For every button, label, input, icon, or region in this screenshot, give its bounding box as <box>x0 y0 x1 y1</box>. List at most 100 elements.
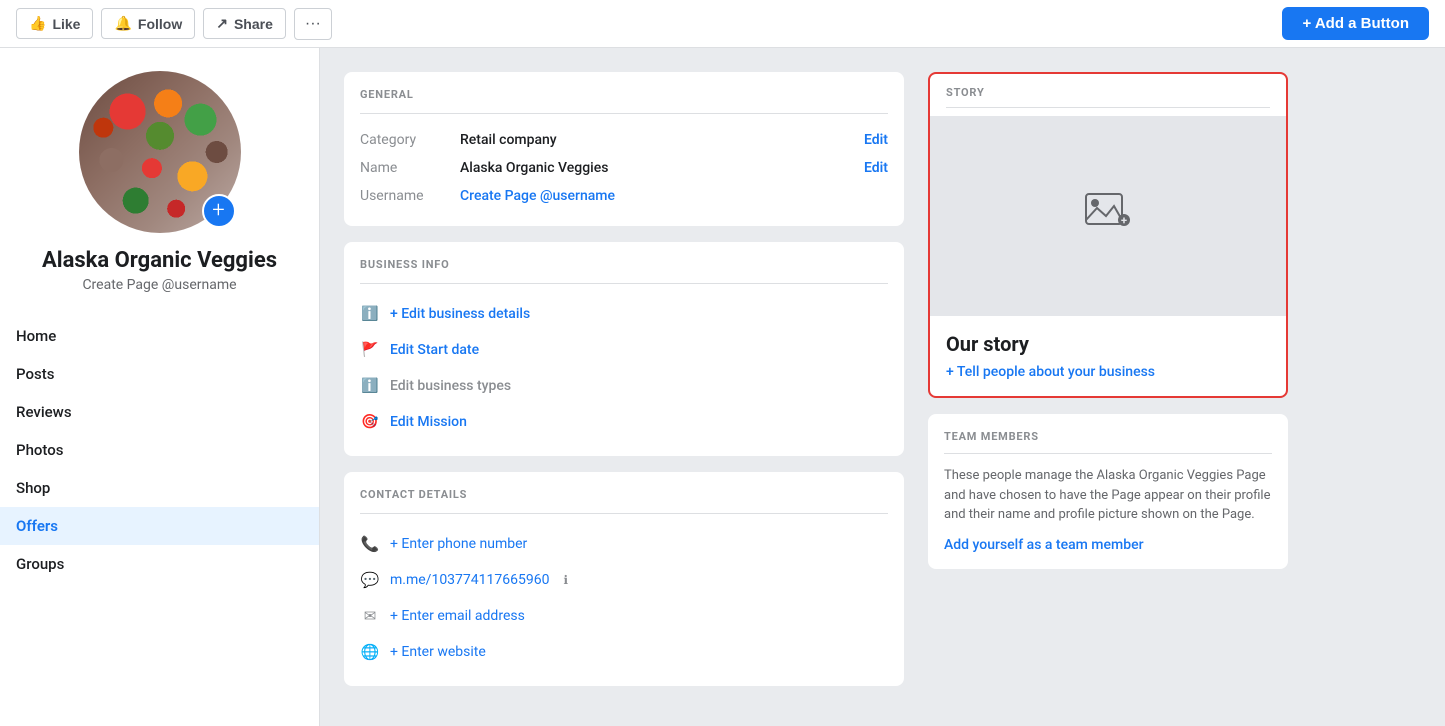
sidebar-item-reviews[interactable]: Reviews <box>0 393 319 431</box>
flag-icon: 🚩 <box>360 340 380 360</box>
share-icon: ↗ <box>216 15 228 32</box>
sidebar-item-label: Groups <box>16 555 64 573</box>
target-icon: 🎯 <box>360 412 380 432</box>
svg-text:+: + <box>1121 214 1127 227</box>
edit-types-label: Edit business types <box>390 378 511 394</box>
sidebar-item-label: Shop <box>16 479 50 497</box>
edit-mission-label: Edit Mission <box>390 414 467 430</box>
story-image-icon: + <box>1084 192 1132 241</box>
content-area: GENERAL Category Retail company Edit Nam… <box>320 48 1445 726</box>
messenger-row: 💬 m.me/103774117665960 ℹ <box>360 562 888 598</box>
sidebar-item-offers[interactable]: Offers <box>0 507 319 545</box>
info2-icon: ℹ️ <box>360 376 380 396</box>
name-label: Name <box>360 160 460 176</box>
name-edit[interactable]: Edit <box>864 160 888 176</box>
sidebar: + Alaska Organic Veggies Create Page @us… <box>0 48 320 726</box>
sidebar-item-label: Posts <box>16 365 54 383</box>
email-add[interactable]: + Enter email address <box>390 608 525 624</box>
page-username[interactable]: Create Page @username <box>82 277 236 293</box>
edit-mission-row[interactable]: 🎯 Edit Mission <box>360 404 888 440</box>
email-row: ✉ + Enter email address <box>360 598 888 634</box>
name-value: Alaska Organic Veggies <box>460 160 864 176</box>
edit-business-details-row[interactable]: ℹ️ + Edit business details <box>360 296 888 332</box>
sidebar-nav: Home Posts Reviews Photos Shop Offers Gr… <box>0 317 319 583</box>
follow-button[interactable]: 🔔 Follow <box>101 8 195 39</box>
category-label: Category <box>360 132 460 148</box>
edit-startdate-label: Edit Start date <box>390 342 479 358</box>
add-photo-button[interactable]: + <box>202 194 236 228</box>
sidebar-item-groups[interactable]: Groups <box>0 545 319 583</box>
sidebar-item-label: Photos <box>16 441 63 459</box>
edit-business-details-label: + Edit business details <box>390 306 530 322</box>
plus-icon: + <box>212 200 224 222</box>
contact-details-title: CONTACT DETAILS <box>360 488 888 501</box>
general-section: GENERAL Category Retail company Edit Nam… <box>344 72 904 226</box>
sidebar-item-posts[interactable]: Posts <box>0 355 319 393</box>
website-icon: 🌐 <box>360 642 380 662</box>
page-name: Alaska Organic Veggies <box>42 248 277 273</box>
edit-startdate-row[interactable]: 🚩 Edit Start date <box>360 332 888 368</box>
category-edit[interactable]: Edit <box>864 132 888 148</box>
more-button[interactable]: ··· <box>294 8 332 40</box>
team-members-description: These people manage the Alaska Organic V… <box>944 466 1272 525</box>
username-row: Username Create Page @username <box>360 182 888 210</box>
general-divider <box>360 113 888 114</box>
phone-add[interactable]: + Enter phone number <box>390 536 527 552</box>
messenger-icon: 💬 <box>360 570 380 590</box>
story-section: STORY + <box>928 72 1288 398</box>
like-label: Like <box>52 16 80 32</box>
email-icon: ✉ <box>360 606 380 626</box>
edit-types-row: ℹ️ Edit business types <box>360 368 888 404</box>
sidebar-item-home[interactable]: Home <box>0 317 319 355</box>
right-panel: STORY + <box>928 72 1288 569</box>
more-icon: ··· <box>305 15 321 32</box>
sidebar-item-label: Home <box>16 327 56 345</box>
story-header: STORY <box>930 74 1286 116</box>
share-button[interactable]: ↗ Share <box>203 8 286 39</box>
website-add[interactable]: + Enter website <box>390 644 486 660</box>
story-title: STORY <box>946 86 1270 99</box>
general-title: GENERAL <box>360 88 888 101</box>
story-divider <box>946 107 1270 108</box>
team-members-section: TEAM MEMBERS These people manage the Ala… <box>928 414 1288 569</box>
category-row: Category Retail company Edit <box>360 126 888 154</box>
follow-icon: 🔔 <box>114 15 131 32</box>
category-value: Retail company <box>460 132 864 148</box>
phone-icon: 📞 <box>360 534 380 554</box>
sidebar-item-label: Offers <box>16 517 58 535</box>
top-bar-actions: 👍 Like 🔔 Follow ↗ Share ··· <box>16 8 332 40</box>
sidebar-item-photos[interactable]: Photos <box>0 431 319 469</box>
add-button-cta[interactable]: + Add a Button <box>1282 7 1429 40</box>
add-team-member-link[interactable]: Add yourself as a team member <box>944 537 1144 553</box>
messenger-link[interactable]: m.me/103774117665960 <box>390 572 549 588</box>
center-panel: GENERAL Category Retail company Edit Nam… <box>344 72 904 702</box>
share-label: Share <box>234 16 273 32</box>
avatar-wrapper: + <box>76 68 244 236</box>
sidebar-item-label: Reviews <box>16 403 72 421</box>
phone-row: 📞 + Enter phone number <box>360 526 888 562</box>
info-tooltip-icon[interactable]: ℹ <box>563 573 568 587</box>
team-members-title: TEAM MEMBERS <box>944 430 1272 443</box>
like-button[interactable]: 👍 Like <box>16 8 93 39</box>
story-content: Our story + Tell people about your busin… <box>930 316 1286 396</box>
story-content-link[interactable]: + Tell people about your business <box>946 364 1155 380</box>
follow-label: Follow <box>138 16 182 32</box>
profile-section: + Alaska Organic Veggies Create Page @us… <box>0 68 319 309</box>
contact-details-section: CONTACT DETAILS 📞 + Enter phone number 💬… <box>344 472 904 686</box>
story-content-title: Our story <box>946 332 1270 356</box>
top-bar: 👍 Like 🔔 Follow ↗ Share ··· + Add a Butt… <box>0 0 1445 48</box>
contact-details-divider <box>360 513 888 514</box>
business-info-divider <box>360 283 888 284</box>
username-link[interactable]: Create Page @username <box>460 188 615 204</box>
like-icon: 👍 <box>29 15 46 32</box>
team-members-divider <box>944 453 1272 454</box>
info-icon: ℹ️ <box>360 304 380 324</box>
website-row: 🌐 + Enter website <box>360 634 888 670</box>
business-info-section: BUSINESS INFO ℹ️ + Edit business details… <box>344 242 904 456</box>
business-info-title: BUSINESS INFO <box>360 258 888 271</box>
add-button-label: + Add a Button <box>1302 15 1409 32</box>
sidebar-item-shop[interactable]: Shop <box>0 469 319 507</box>
username-label: Username <box>360 188 460 204</box>
name-row: Name Alaska Organic Veggies Edit <box>360 154 888 182</box>
story-image-area[interactable]: + <box>930 116 1286 316</box>
